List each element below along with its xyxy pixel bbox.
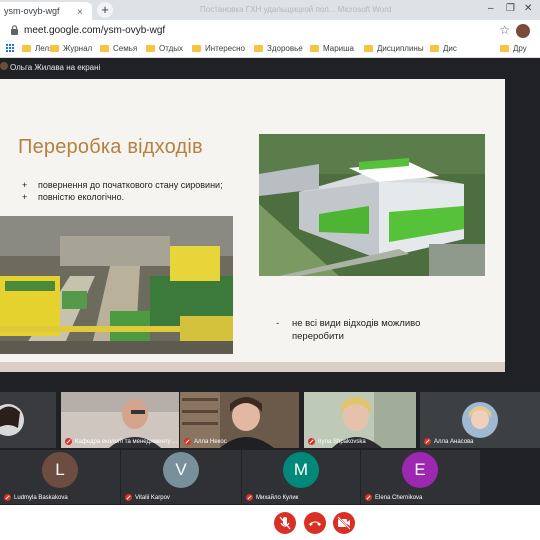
presenter-label: Ольга Жилава на екрані [10,63,101,72]
participant-avatar: M [283,452,319,488]
mic-off-icon [279,516,291,530]
meet-area: Ольга Жилава на екрані Переробка відході… [0,58,540,540]
list-item: + повністю екологічно. [22,192,125,202]
maximize-icon[interactable]: ❐ [506,3,515,14]
leave-call-button[interactable] [304,512,326,534]
close-tab-icon[interactable]: × [77,7,83,18]
minimize-icon[interactable]: – [488,3,494,14]
hang-up-icon [309,521,321,526]
bookmark-item[interactable]: Дис [430,44,457,53]
address-bar: meet.google.com/ysm-ovyb-wgf ☆ [0,20,540,42]
mic-toggle-button[interactable] [274,512,296,534]
camera-off-icon [337,516,351,530]
mic-off-icon [184,438,191,445]
recycling-plant-photo [259,134,485,276]
disadvantage-item: - не всі види відходів можливо переробит… [276,318,421,342]
participant-tile[interactable]: E Elena Chernikova [361,450,480,504]
bookmark-item[interactable]: Интересно [192,44,245,53]
bookmarks-bar: Леля Журнал Семья Отдых Интересно Здоров… [0,42,540,58]
folder-icon [430,45,439,52]
slide-footer-band [0,362,505,372]
participant-name: Алла Некос [184,438,227,445]
bookmark-item[interactable]: Леля [22,44,53,53]
participant-name: Elena Chernikova [365,494,422,501]
bookmark-item[interactable]: Дисциплины [364,44,424,53]
presentation-frame: Переробка відходів + повернення до початк… [0,79,505,372]
profile-avatar[interactable] [516,24,530,38]
participant-tile[interactable]: Алла Некос [180,392,299,448]
slide-title: Переробка відходів [18,136,203,158]
participant-name: Алла Анасова [424,438,474,445]
tab-strip: ysm-ovyb-wgf × + Пocтaновка ГХН удальщиц… [0,0,540,20]
ghost-tab-title: Пocтaновка ГХН удальщицкой пол... Micros… [200,5,392,14]
participant-tile[interactable] [0,392,56,448]
bookmark-star-icon[interactable]: ☆ [499,23,510,37]
folder-icon [146,45,155,52]
participant-tile[interactable]: Iryna Shpakovska [304,392,416,448]
mic-off-icon [308,438,315,445]
new-tab-button[interactable]: + [97,2,113,18]
bookmark-item[interactable]: Отдых [146,44,183,53]
participant-tile[interactable]: Алла Анасова [420,392,540,448]
slide: Переробка відходів + повернення до початк… [0,79,505,372]
participant-avatar: V [163,452,199,488]
participant-tile[interactable]: V Vitalii Karpov [121,450,241,504]
advantages-list: + повернення до початкового стану сировин… [22,179,242,203]
folder-icon [500,45,509,52]
sorting-line-photo [0,216,233,354]
folder-icon [364,45,373,52]
list-item: + повернення до початкового стану сировин… [22,180,223,190]
bookmark-item[interactable]: Здоровье [254,44,303,53]
participant-tile[interactable]: Кафедра екології та менеджменту ... [61,392,179,448]
participant-name: Vitalii Karpov [125,494,170,501]
participant-name: Iryna Shpakovska [308,438,366,445]
folder-icon [192,45,201,52]
presenter-avatar [0,62,8,70]
participant-name: Ludmyla Baskakova [4,494,68,501]
mic-off-icon [246,494,253,501]
browser-tab[interactable]: ysm-ovyb-wgf × [0,2,92,20]
close-window-icon[interactable]: ✕ [524,3,532,14]
participant-tile[interactable]: L Ludmyla Baskakova [0,450,120,504]
tab-title: ysm-ovyb-wgf [4,6,60,16]
bookmark-item[interactable]: Мариша [310,44,354,53]
bookmark-item[interactable]: Журнал [50,44,92,53]
camera-toggle-button[interactable] [333,512,355,534]
folder-icon [254,45,263,52]
mic-off-icon [4,494,11,501]
folder-icon [310,45,319,52]
call-controls [0,505,540,540]
apps-icon[interactable] [6,44,14,52]
participant-name: Кафедра екології та менеджменту ... [65,438,177,445]
mic-off-icon [65,438,72,445]
participant-name: Михайло Кулик [246,494,298,501]
lock-icon [11,25,18,35]
participant-avatar: L [42,452,78,488]
bookmark-item[interactable]: Семья [100,44,137,53]
mic-off-icon [424,438,431,445]
folder-icon [100,45,109,52]
participant-avatar: E [402,452,438,488]
url-field[interactable]: meet.google.com/ysm-ovyb-wgf [24,25,165,36]
mic-off-icon [125,494,132,501]
participant-photo [0,392,56,448]
bookmark-item[interactable]: Дру [500,44,527,53]
folder-icon [22,45,31,52]
mic-off-icon [365,494,372,501]
folder-icon [50,45,59,52]
participant-tile[interactable]: M Михайло Кулик [242,450,360,504]
